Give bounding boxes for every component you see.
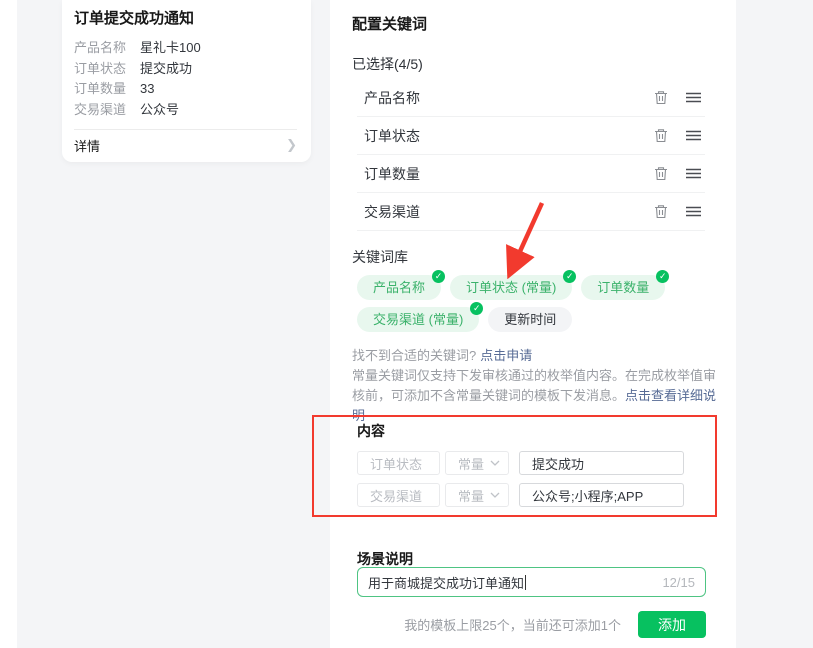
keyword-tag[interactable]: 产品名称 ✓ [357,275,441,300]
drag-handle-icon [686,206,701,217]
detail-label: 详情 [74,136,100,155]
drag-handle-icon [686,92,701,103]
scene-input-value: 用于商城提交成功订单通知 [368,573,524,592]
card-field-row: 交易渠道 公众号 [74,100,297,121]
keyword-field-disabled: 交易渠道 [357,483,440,507]
content-label: 内容 [357,421,684,441]
text-caret [525,575,526,590]
selected-keyword-row: 交易渠道 [357,193,705,231]
tag-label: 产品名称 [373,280,425,295]
char-counter: 12/15 [662,575,695,590]
card-field-row: 订单状态 提交成功 [74,59,297,80]
content-row: 订单状态 常量 提交成功 [357,451,684,475]
check-badge-icon: ✓ [563,270,576,283]
keyword-name: 交易渠道 [357,202,649,222]
keyword-name: 订单状态 [357,126,649,146]
help-line: 找不到合适的关键词? 点击申请 [352,345,532,364]
drag-handle[interactable] [681,124,705,148]
check-badge-icon: ✓ [432,270,445,283]
selected-keyword-row: 产品名称 [357,79,705,117]
tag-label: 交易渠道 (常量) [373,312,463,327]
type-select[interactable]: 常量 [445,483,509,507]
type-select-value: 常量 [458,486,484,505]
field-label: 产品名称 [74,38,140,59]
constant-value-input[interactable]: 提交成功 [519,451,684,475]
card-field-row: 产品名称 星礼卡100 [74,38,297,59]
delete-keyword-button[interactable] [649,200,673,224]
trash-icon [654,128,668,143]
tag-label: 订单数量 [597,280,649,295]
check-badge-icon: ✓ [470,302,483,315]
drag-handle[interactable] [681,200,705,224]
chevron-down-icon [490,460,500,466]
drag-handle[interactable] [681,86,705,110]
content-section: 内容 订单状态 常量 提交成功 交易渠道 常量 公众号;小程序;APP [357,414,684,515]
check-badge-icon: ✓ [656,270,669,283]
drag-handle[interactable] [681,162,705,186]
apply-keyword-link[interactable]: 点击申请 [480,348,532,363]
keyword-tag[interactable]: 交易渠道 (常量) ✓ [357,307,479,332]
chevron-right-icon: ❯ [286,137,297,153]
drag-handle-icon [686,130,701,141]
selected-keyword-row: 订单状态 [357,117,705,155]
template-preview-card: 订单提交成功通知 产品名称 星礼卡100 订单状态 提交成功 订单数量 33 交… [62,0,311,162]
tag-row: 交易渠道 (常量) ✓ 更新时间 [357,307,712,332]
field-value: 星礼卡100 [140,38,201,59]
field-label: 订单数量 [74,79,140,100]
keyword-config-panel: 配置关键词 已选择(4/5) 产品名称 订单状态 订单数量 [330,0,736,648]
keyword-field-disabled: 订单状态 [357,451,440,475]
card-field-row: 订单数量 33 [74,79,297,100]
chevron-down-icon [490,492,500,498]
keyword-name: 产品名称 [357,88,649,108]
detail-link-row[interactable]: 详情 ❯ [74,130,297,160]
delete-keyword-button[interactable] [649,86,673,110]
tag-row: 产品名称 ✓ 订单状态 (常量) ✓ 订单数量 ✓ [357,275,712,300]
delete-keyword-button[interactable] [649,162,673,186]
trash-icon [654,90,668,105]
keyword-tag[interactable]: 订单数量 ✓ [581,275,665,300]
type-select[interactable]: 常量 [445,451,509,475]
keyword-library-label: 关键词库 [352,247,408,267]
content-row: 交易渠道 常量 公众号;小程序;APP [357,483,684,507]
field-label: 订单状态 [74,59,140,80]
tag-label: 更新时间 [504,312,556,327]
add-template-button[interactable]: 添加 [638,611,706,638]
trash-icon [654,166,668,181]
scene-description-label: 场景说明 [357,549,413,569]
delete-keyword-button[interactable] [649,124,673,148]
template-quota-text: 我的模板上限25个，当前还可添加1个 [404,615,621,634]
drag-handle-icon [686,168,701,179]
keyword-library-tags: 产品名称 ✓ 订单状态 (常量) ✓ 订单数量 ✓ 交易渠道 (常量) ✓ 更新… [357,275,712,339]
panel-footer: 我的模板上限25个，当前还可添加1个 添加 [357,611,706,638]
field-value: 33 [140,79,154,100]
panel-title: 配置关键词 [352,13,427,34]
help-question: 找不到合适的关键词? [352,348,476,363]
trash-icon [654,204,668,219]
keyword-name: 订单数量 [357,164,649,184]
field-value: 公众号 [140,100,179,121]
field-label: 交易渠道 [74,100,140,121]
card-title: 订单提交成功通知 [74,8,297,30]
selected-keyword-row: 订单数量 [357,155,705,193]
left-edge-strip [0,0,17,648]
constant-value-input[interactable]: 公众号;小程序;APP [519,483,684,507]
scene-description-input[interactable]: 用于商城提交成功订单通知 12/15 [357,567,706,597]
selected-keyword-list: 产品名称 订单状态 订单数量 [357,79,705,231]
type-select-value: 常量 [458,454,484,473]
keyword-tag[interactable]: 订单状态 (常量) ✓ [450,275,572,300]
field-value: 提交成功 [140,59,192,80]
keyword-tag[interactable]: 更新时间 [488,307,572,332]
tag-label: 订单状态 (常量) [466,280,556,295]
selected-count-header: 已选择(4/5) [352,54,423,74]
